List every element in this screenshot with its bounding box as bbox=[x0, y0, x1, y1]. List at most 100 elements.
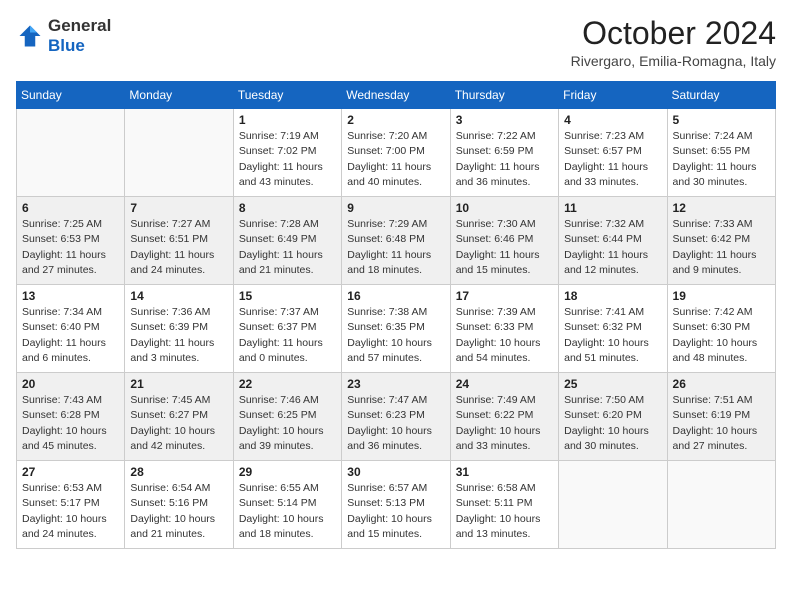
calendar-table: SundayMondayTuesdayWednesdayThursdayFrid… bbox=[16, 81, 776, 549]
calendar-cell: 29Sunrise: 6:55 AM Sunset: 5:14 PM Dayli… bbox=[233, 461, 341, 549]
calendar-week-row: 20 Sunrise: 7:43 AM Sunset: 6:28 PM Dayli… bbox=[17, 373, 776, 461]
calendar-cell bbox=[559, 461, 667, 549]
day-number: 16 bbox=[347, 289, 444, 303]
day-number: 15 bbox=[239, 289, 336, 303]
calendar-cell: 7 Sunrise: 7:27 AM Sunset: 6:51 PM Daylig… bbox=[125, 197, 233, 285]
calendar-cell: 15 Sunrise: 7:37 AM Sunset: 6:37 PM Dayli… bbox=[233, 285, 341, 373]
weekday-header: Sunday bbox=[17, 82, 125, 109]
weekday-header: Thursday bbox=[450, 82, 558, 109]
weekday-header: Tuesday bbox=[233, 82, 341, 109]
day-number: 10 bbox=[456, 201, 553, 215]
calendar-header-row: SundayMondayTuesdayWednesdayThursdayFrid… bbox=[17, 82, 776, 109]
day-number: 2 bbox=[347, 113, 444, 127]
day-number: 21 bbox=[130, 377, 227, 391]
day-number: 1 bbox=[239, 113, 336, 127]
logo-icon bbox=[16, 22, 44, 50]
calendar-cell bbox=[125, 109, 233, 197]
calendar-cell: 19 Sunrise: 7:42 AM Sunset: 6:30 PM Dayli… bbox=[667, 285, 775, 373]
day-info: Sunrise: 7:42 AM Sunset: 6:30 PM Dayligh… bbox=[673, 305, 770, 366]
calendar-week-row: 13 Sunrise: 7:34 AM Sunset: 6:40 PM Dayli… bbox=[17, 285, 776, 373]
day-number: 3 bbox=[456, 113, 553, 127]
day-info: Sunrise: 7:49 AM Sunset: 6:22 PM Dayligh… bbox=[456, 393, 553, 454]
calendar-cell: 28Sunrise: 6:54 AM Sunset: 5:16 PM Dayli… bbox=[125, 461, 233, 549]
day-info: Sunrise: 7:46 AM Sunset: 6:25 PM Dayligh… bbox=[239, 393, 336, 454]
day-number: 23 bbox=[347, 377, 444, 391]
calendar-cell: 8 Sunrise: 7:28 AM Sunset: 6:49 PM Daylig… bbox=[233, 197, 341, 285]
day-number: 19 bbox=[673, 289, 770, 303]
day-number: 29 bbox=[239, 465, 336, 479]
day-info: Sunrise: 7:37 AM Sunset: 6:37 PM Dayligh… bbox=[239, 305, 336, 366]
calendar-cell: 26 Sunrise: 7:51 AM Sunset: 6:19 PM Dayli… bbox=[667, 373, 775, 461]
calendar-cell: 9 Sunrise: 7:29 AM Sunset: 6:48 PM Daylig… bbox=[342, 197, 450, 285]
calendar-cell: 14 Sunrise: 7:36 AM Sunset: 6:39 PM Dayli… bbox=[125, 285, 233, 373]
day-info: Sunrise: 6:53 AM Sunset: 5:17 PM Dayligh… bbox=[22, 481, 119, 542]
calendar-cell: 5 Sunrise: 7:24 AM Sunset: 6:55 PM Daylig… bbox=[667, 109, 775, 197]
calendar-week-row: 1 Sunrise: 7:19 AM Sunset: 7:02 PM Daylig… bbox=[17, 109, 776, 197]
day-info: Sunrise: 7:19 AM Sunset: 7:02 PM Dayligh… bbox=[239, 129, 336, 190]
weekday-header: Saturday bbox=[667, 82, 775, 109]
day-info: Sunrise: 7:36 AM Sunset: 6:39 PM Dayligh… bbox=[130, 305, 227, 366]
day-number: 5 bbox=[673, 113, 770, 127]
day-number: 24 bbox=[456, 377, 553, 391]
day-number: 7 bbox=[130, 201, 227, 215]
day-info: Sunrise: 7:25 AM Sunset: 6:53 PM Dayligh… bbox=[22, 217, 119, 278]
month-title: October 2024 bbox=[571, 16, 776, 51]
day-number: 12 bbox=[673, 201, 770, 215]
weekday-header: Monday bbox=[125, 82, 233, 109]
day-number: 13 bbox=[22, 289, 119, 303]
day-info: Sunrise: 7:28 AM Sunset: 6:49 PM Dayligh… bbox=[239, 217, 336, 278]
day-info: Sunrise: 7:27 AM Sunset: 6:51 PM Dayligh… bbox=[130, 217, 227, 278]
day-info: Sunrise: 6:57 AM Sunset: 5:13 PM Dayligh… bbox=[347, 481, 444, 542]
day-info: Sunrise: 6:58 AM Sunset: 5:11 PM Dayligh… bbox=[456, 481, 553, 542]
calendar-cell: 21 Sunrise: 7:45 AM Sunset: 6:27 PM Dayli… bbox=[125, 373, 233, 461]
calendar-cell: 31Sunrise: 6:58 AM Sunset: 5:11 PM Dayli… bbox=[450, 461, 558, 549]
day-number: 20 bbox=[22, 377, 119, 391]
day-number: 25 bbox=[564, 377, 661, 391]
title-area: October 2024 Rivergaro, Emilia-Romagna, … bbox=[571, 16, 776, 69]
day-info: Sunrise: 7:50 AM Sunset: 6:20 PM Dayligh… bbox=[564, 393, 661, 454]
calendar-cell: 16Sunrise: 7:38 AM Sunset: 6:35 PM Dayli… bbox=[342, 285, 450, 373]
calendar-cell: 25 Sunrise: 7:50 AM Sunset: 6:20 PM Dayli… bbox=[559, 373, 667, 461]
day-info: Sunrise: 7:29 AM Sunset: 6:48 PM Dayligh… bbox=[347, 217, 444, 278]
calendar-cell: 22 Sunrise: 7:46 AM Sunset: 6:25 PM Dayli… bbox=[233, 373, 341, 461]
day-info: Sunrise: 7:34 AM Sunset: 6:40 PM Dayligh… bbox=[22, 305, 119, 366]
day-info: Sunrise: 7:22 AM Sunset: 6:59 PM Dayligh… bbox=[456, 129, 553, 190]
day-info: Sunrise: 7:45 AM Sunset: 6:27 PM Dayligh… bbox=[130, 393, 227, 454]
calendar-cell bbox=[17, 109, 125, 197]
day-info: Sunrise: 7:43 AM Sunset: 6:28 PM Dayligh… bbox=[22, 393, 119, 454]
day-number: 18 bbox=[564, 289, 661, 303]
day-number: 9 bbox=[347, 201, 444, 215]
calendar-cell: 18Sunrise: 7:41 AM Sunset: 6:32 PM Dayli… bbox=[559, 285, 667, 373]
day-info: Sunrise: 7:32 AM Sunset: 6:44 PM Dayligh… bbox=[564, 217, 661, 278]
day-number: 26 bbox=[673, 377, 770, 391]
day-info: Sunrise: 7:47 AM Sunset: 6:23 PM Dayligh… bbox=[347, 393, 444, 454]
day-number: 17 bbox=[456, 289, 553, 303]
calendar-cell: 6Sunrise: 7:25 AM Sunset: 6:53 PM Daylig… bbox=[17, 197, 125, 285]
calendar-cell: 27 Sunrise: 6:53 AM Sunset: 5:17 PM Dayli… bbox=[17, 461, 125, 549]
calendar-cell: 17 Sunrise: 7:39 AM Sunset: 6:33 PM Dayli… bbox=[450, 285, 558, 373]
calendar-cell: 1 Sunrise: 7:19 AM Sunset: 7:02 PM Daylig… bbox=[233, 109, 341, 197]
day-number: 8 bbox=[239, 201, 336, 215]
logo-general-text: General Blue bbox=[48, 16, 111, 56]
calendar-cell: 20 Sunrise: 7:43 AM Sunset: 6:28 PM Dayli… bbox=[17, 373, 125, 461]
day-number: 14 bbox=[130, 289, 227, 303]
calendar-cell: 2Sunrise: 7:20 AM Sunset: 7:00 PM Daylig… bbox=[342, 109, 450, 197]
day-info: Sunrise: 6:54 AM Sunset: 5:16 PM Dayligh… bbox=[130, 481, 227, 542]
calendar-cell: 3 Sunrise: 7:22 AM Sunset: 6:59 PM Daylig… bbox=[450, 109, 558, 197]
day-info: Sunrise: 7:51 AM Sunset: 6:19 PM Dayligh… bbox=[673, 393, 770, 454]
calendar-cell bbox=[667, 461, 775, 549]
day-number: 22 bbox=[239, 377, 336, 391]
logo: General Blue bbox=[16, 16, 111, 56]
page-header: General Blue October 2024 Rivergaro, Emi… bbox=[16, 16, 776, 69]
day-number: 27 bbox=[22, 465, 119, 479]
calendar-week-row: 6Sunrise: 7:25 AM Sunset: 6:53 PM Daylig… bbox=[17, 197, 776, 285]
calendar-cell: 13 Sunrise: 7:34 AM Sunset: 6:40 PM Dayli… bbox=[17, 285, 125, 373]
day-info: Sunrise: 7:24 AM Sunset: 6:55 PM Dayligh… bbox=[673, 129, 770, 190]
calendar-cell: 24 Sunrise: 7:49 AM Sunset: 6:22 PM Dayli… bbox=[450, 373, 558, 461]
day-info: Sunrise: 7:23 AM Sunset: 6:57 PM Dayligh… bbox=[564, 129, 661, 190]
day-info: Sunrise: 7:30 AM Sunset: 6:46 PM Dayligh… bbox=[456, 217, 553, 278]
calendar-week-row: 27 Sunrise: 6:53 AM Sunset: 5:17 PM Dayli… bbox=[17, 461, 776, 549]
day-info: Sunrise: 7:39 AM Sunset: 6:33 PM Dayligh… bbox=[456, 305, 553, 366]
day-number: 4 bbox=[564, 113, 661, 127]
weekday-header: Friday bbox=[559, 82, 667, 109]
